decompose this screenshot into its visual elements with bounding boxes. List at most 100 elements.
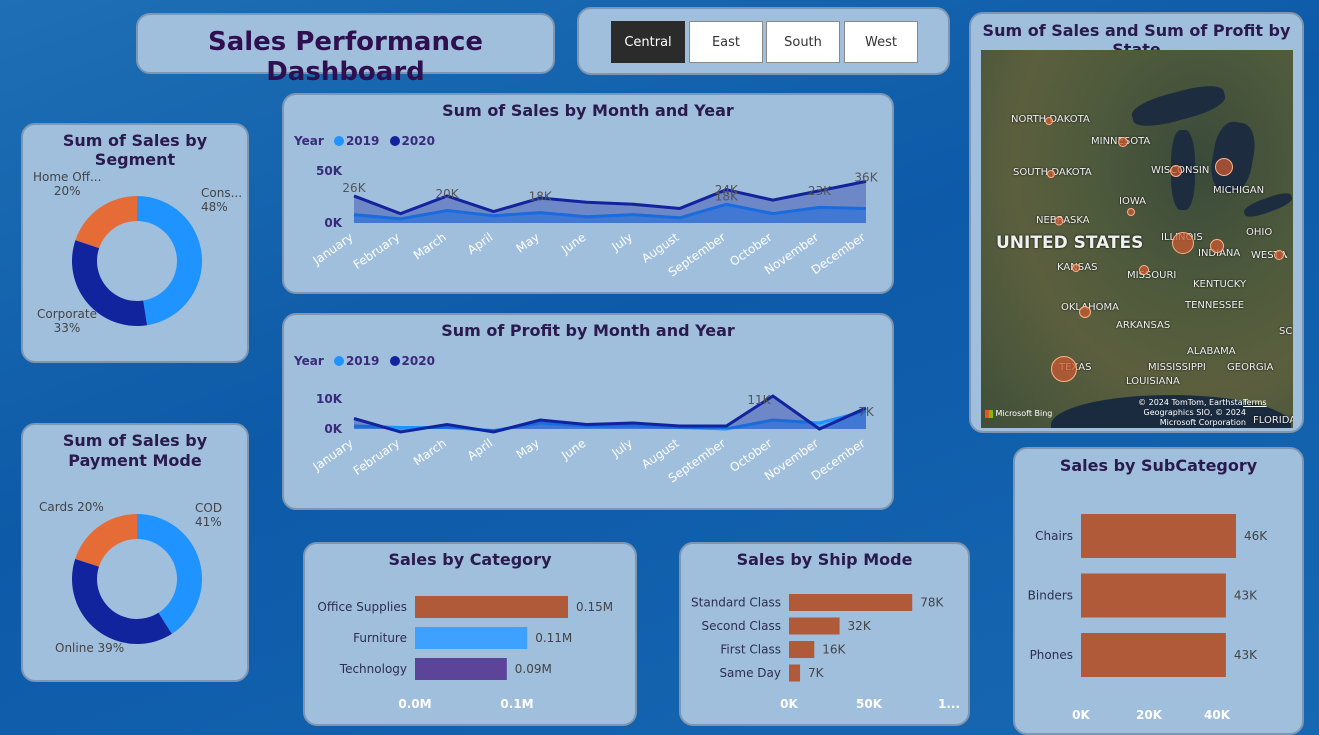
- lake-huron: [1207, 119, 1259, 195]
- data-label: 36K: [854, 171, 878, 185]
- state-map[interactable]: UNITED STATES NORTH DAKOTA MINNESOTA SOU…: [981, 50, 1293, 428]
- x-tick-label: May: [514, 436, 542, 462]
- map-bubble[interactable]: [1045, 117, 1053, 125]
- map-bubble[interactable]: [1072, 264, 1080, 272]
- subcategory-chart: Sales by SubCategory Chairs 46K Binders 43K…: [1013, 447, 1304, 735]
- map-bubble[interactable]: [1079, 306, 1091, 318]
- value-label: 0.09M: [515, 662, 552, 676]
- legend-dot-2020: [389, 136, 400, 146]
- map-bubble[interactable]: [1170, 165, 1182, 177]
- category-label: Phones: [1030, 648, 1073, 662]
- value-label: 7K: [808, 666, 825, 680]
- x-tick-label: January: [310, 436, 356, 474]
- map-bubble[interactable]: [1051, 356, 1077, 382]
- donut-slice: [75, 514, 137, 567]
- x-tick-label: 0K: [780, 697, 798, 711]
- country-label: UNITED STATES: [996, 233, 1144, 253]
- value-label: 78K: [920, 596, 944, 610]
- bar: [1081, 573, 1226, 618]
- bar: [1081, 633, 1226, 677]
- category-label: Office Supplies: [317, 600, 407, 614]
- map-terms-link[interactable]: Terms: [1243, 398, 1267, 407]
- sales-month-legend: Year 2019 2020: [294, 134, 435, 148]
- slicer-west-button[interactable]: West: [844, 21, 918, 63]
- bar: [789, 617, 840, 635]
- donut-slice: [72, 558, 172, 644]
- donut-slice: [137, 196, 203, 326]
- x-tick-label: 0.1M: [500, 697, 533, 711]
- segment-label-corporate: Corporate 33%: [37, 307, 97, 335]
- legend-dot-2019: [333, 136, 344, 146]
- state-label: KENTUCKY: [1193, 279, 1247, 290]
- bar: [789, 641, 815, 658]
- donut-slice: [75, 196, 137, 249]
- state-label: OHIO: [1246, 227, 1273, 238]
- x-tick-label: June: [558, 436, 588, 463]
- page-title: Sales Performance Dashboard: [207, 27, 484, 87]
- shipmode-bar-plot: Standard Class 78K Second Class 32K First Cl…: [691, 594, 960, 711]
- state-label: GEORGIA: [1227, 362, 1274, 373]
- map-bubble[interactable]: [1172, 232, 1194, 254]
- segment-label-homeoffice: Home Off... 20%: [33, 170, 102, 198]
- state-label: SC: [1279, 326, 1293, 337]
- sales-month-plot: 50K 0KJanuaryFebruary March April May June Jul…: [310, 164, 879, 280]
- map-bubble[interactable]: [1210, 239, 1224, 253]
- x-tick-label: 50K: [856, 697, 883, 711]
- category-label: Second Class: [701, 619, 781, 633]
- y-tick-label: 10K: [316, 392, 343, 406]
- map-bubble[interactable]: [1118, 137, 1128, 147]
- x-tick-label: March: [411, 230, 449, 262]
- map-bubble[interactable]: [1054, 216, 1064, 226]
- payment-label-online: Online 39%: [55, 641, 125, 655]
- state-label: IOWA: [1119, 196, 1147, 207]
- x-tick-label: July: [608, 436, 635, 460]
- value-label: 43K: [1234, 589, 1258, 603]
- x-tick-label: May: [514, 230, 542, 256]
- x-tick-label: April: [465, 230, 496, 257]
- shipmode-chart: Sales by Ship Mode Standard Class 78K Seco…: [679, 542, 970, 726]
- category-bar-plot: Office Supplies 0.15M Furniture 0.11M Techno…: [317, 596, 613, 711]
- map-bubble[interactable]: [1139, 265, 1149, 275]
- category-label: Furniture: [353, 631, 407, 645]
- map-bubble[interactable]: [1215, 158, 1233, 176]
- state-label: TENNESSEE: [1185, 300, 1245, 311]
- bar: [415, 658, 507, 680]
- state-label: ALABAMA: [1187, 346, 1236, 357]
- state-label: FLORIDA: [1253, 415, 1293, 426]
- slicer-central-button[interactable]: Central: [611, 21, 685, 63]
- value-label: 46K: [1244, 529, 1268, 543]
- value-label: 32K: [848, 619, 872, 633]
- x-tick-label: January: [310, 230, 356, 268]
- profit-month-title: Sum of Profit by Month and Year: [441, 321, 735, 340]
- slicer-south-button[interactable]: South: [766, 21, 840, 63]
- segment-chart: Sum of Sales by Segment Home Off... 20% C…: [21, 123, 249, 363]
- title-card: Sales Performance Dashboard: [136, 13, 555, 87]
- x-tick-label: 40K: [1204, 708, 1231, 722]
- region-slicer: Central East South West: [577, 7, 950, 75]
- value-label: 43K: [1234, 648, 1258, 662]
- category-label: Technology: [339, 662, 407, 676]
- bar: [789, 664, 801, 682]
- map-bubble[interactable]: [1274, 250, 1284, 260]
- map-bubble[interactable]: [1047, 170, 1055, 178]
- profit-month-plot: 10K 0KJanuaryFebruary March April May June Jul…: [310, 392, 875, 486]
- data-label: 20K: [436, 187, 460, 201]
- state-label: ARKANSAS: [1116, 320, 1171, 331]
- map-bubble[interactable]: [1127, 208, 1135, 216]
- sales-month-title: Sum of Sales by Month and Year: [442, 101, 734, 120]
- subcategory-bar-plot: Chairs 46K Binders 43K Phones 43K 0K 20K 40K: [1028, 514, 1268, 722]
- profit-month-chart: Sum of Profit by Month and Year Year 201…: [282, 313, 894, 510]
- category-label: Standard Class: [691, 596, 781, 610]
- data-label: 18K: [529, 189, 553, 203]
- payment-label-cod: COD 41%: [195, 501, 223, 529]
- bing-logo: Microsoft Bing: [985, 409, 1052, 418]
- bar: [789, 594, 913, 611]
- x-tick-label: 0K: [1072, 708, 1090, 722]
- data-label: 26K: [342, 181, 366, 195]
- data-label: 23K: [808, 184, 832, 198]
- map-attribution: © 2024 TomTom, Earthstar Geographics SIO…: [1138, 398, 1246, 427]
- bar: [415, 627, 528, 649]
- slicer-east-button[interactable]: East: [689, 21, 763, 63]
- x-tick-label: 1...: [938, 697, 960, 711]
- x-tick-label: June: [558, 230, 588, 257]
